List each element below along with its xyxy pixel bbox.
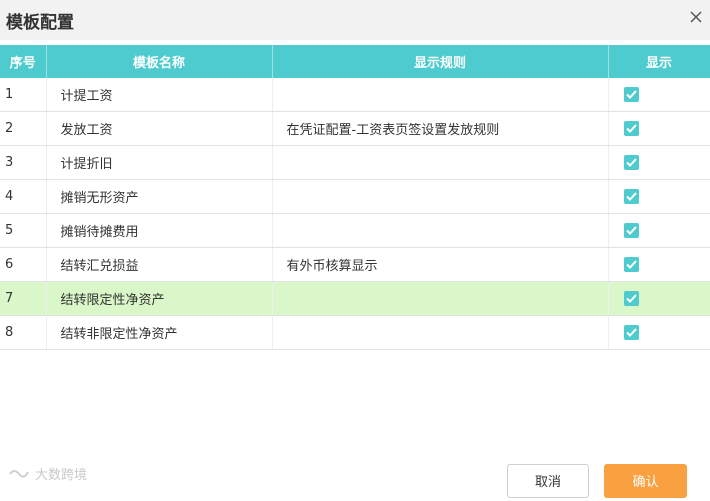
row-seq-cell: 3: [0, 145, 47, 180]
row-name-cell: 结转非限定性净资产: [46, 315, 273, 350]
show-checkbox[interactable]: [623, 291, 639, 306]
row-show-cell: [608, 111, 710, 146]
watermark-text: 大数跨境: [35, 468, 88, 483]
row-show-cell: [608, 213, 710, 248]
show-checkbox[interactable]: [623, 189, 639, 204]
row-name-cell: 计提折旧: [46, 145, 273, 180]
row-name-cell: 结转限定性净资产: [46, 281, 273, 316]
row-rule-cell: [272, 78, 609, 112]
confirm-button[interactable]: 确认: [604, 464, 687, 498]
row-seq-cell: 1: [0, 78, 47, 112]
dialog-header: 模板配置: [0, 0, 710, 40]
table-header-row: 序号 模板名称 显示规则 显示: [0, 45, 710, 78]
row-seq-cell: 8: [0, 315, 47, 350]
table-row[interactable]: 7 结转限定性净资产: [0, 281, 710, 316]
table-row[interactable]: 3 计提折旧: [0, 145, 710, 180]
row-rule-cell: [272, 315, 609, 350]
row-name-cell: 发放工资: [46, 111, 273, 146]
column-header-name: 模板名称: [46, 45, 273, 78]
check-icon: [625, 260, 637, 269]
check-icon: [625, 226, 637, 235]
row-show-cell: [608, 78, 710, 112]
check-icon: [625, 158, 637, 167]
check-icon: [625, 124, 637, 133]
show-checkbox[interactable]: [623, 155, 639, 170]
table-row[interactable]: 8 结转非限定性净资产: [0, 315, 710, 350]
column-header-rule: 显示规则: [272, 45, 609, 78]
row-name-cell: 摊销待摊费用: [46, 213, 273, 248]
cancel-button[interactable]: 取消: [507, 464, 589, 498]
table-row[interactable]: 4 摊销无形资产: [0, 179, 710, 214]
check-icon: [625, 90, 637, 99]
table-row[interactable]: 5 摊销待摊费用: [0, 213, 710, 248]
row-seq-cell: 6: [0, 247, 47, 282]
row-seq-cell: 2: [0, 111, 47, 146]
row-seq-cell: 4: [0, 179, 47, 214]
close-icon[interactable]: [688, 9, 704, 25]
table-row[interactable]: 1 计提工资: [0, 78, 710, 112]
show-checkbox[interactable]: [623, 121, 639, 136]
check-icon: [625, 294, 637, 303]
row-rule-cell: [272, 281, 609, 316]
row-seq-cell: 7: [0, 281, 47, 316]
template-table: 序号 模板名称 显示规则 显示 1 计提工资 2 发放工资 在凭证配置-工资表页签设置发…: [0, 45, 710, 350]
show-checkbox[interactable]: [623, 325, 639, 340]
table-row[interactable]: 6 结转汇兑损益 有外币核算显示: [0, 247, 710, 282]
watermark: 大数跨境: [8, 464, 87, 483]
row-rule-cell: 有外币核算显示: [272, 247, 609, 282]
show-checkbox[interactable]: [623, 223, 639, 238]
row-rule-cell: [272, 145, 609, 180]
row-show-cell: [608, 247, 710, 282]
row-name-cell: 摊销无形资产: [46, 179, 273, 214]
show-checkbox[interactable]: [623, 87, 639, 102]
column-header-seq: 序号: [0, 45, 47, 78]
row-show-cell: [608, 281, 710, 316]
check-icon: [625, 192, 637, 201]
column-header-show: 显示: [608, 45, 710, 78]
show-checkbox[interactable]: [623, 257, 639, 272]
row-rule-cell: [272, 213, 609, 248]
row-seq-cell: 5: [0, 213, 47, 248]
check-icon: [625, 328, 637, 337]
watermark-logo-icon: [9, 469, 29, 478]
row-name-cell: 结转汇兑损益: [46, 247, 273, 282]
row-rule-cell: 在凭证配置-工资表页签设置发放规则: [272, 111, 609, 146]
dialog-title: 模板配置: [6, 13, 74, 33]
row-name-cell: 计提工资: [46, 78, 273, 112]
row-rule-cell: [272, 179, 609, 214]
row-show-cell: [608, 179, 710, 214]
table-row[interactable]: 2 发放工资 在凭证配置-工资表页签设置发放规则: [0, 111, 710, 146]
row-show-cell: [608, 315, 710, 350]
row-show-cell: [608, 145, 710, 180]
